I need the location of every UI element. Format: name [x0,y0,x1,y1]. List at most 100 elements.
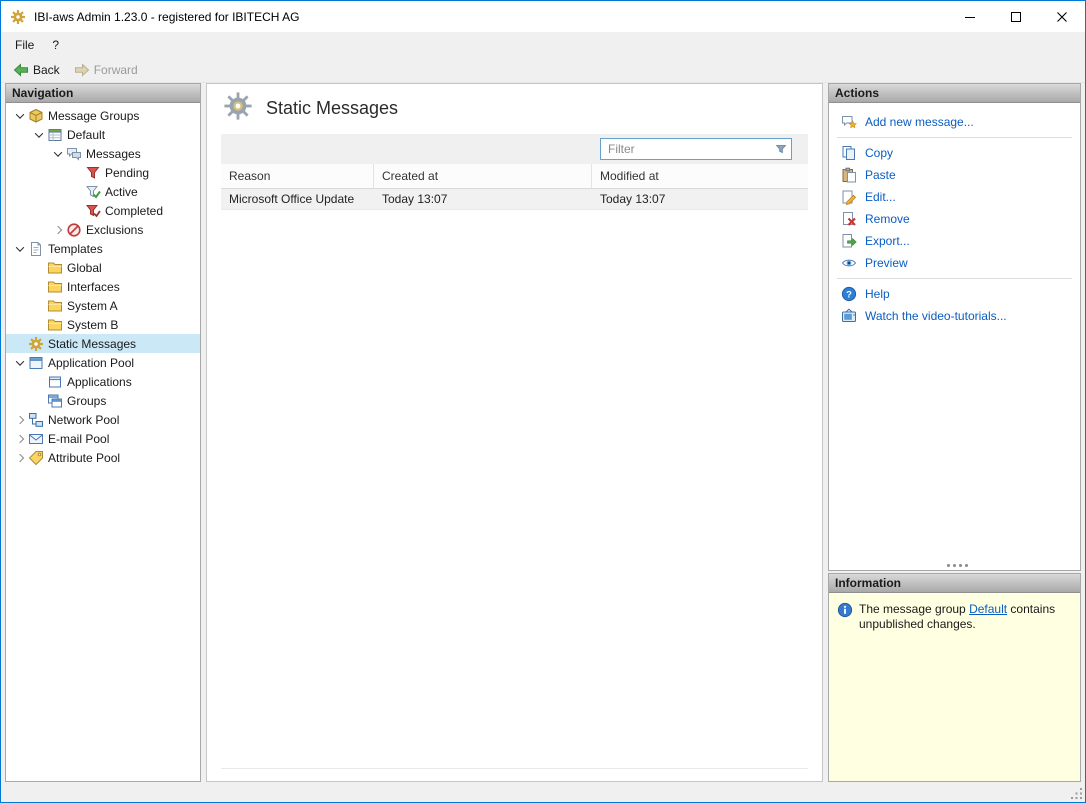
close-button[interactable] [1039,1,1085,32]
page-header: Static Messages [207,84,822,132]
action-preview[interactable]: Preview [829,252,1080,274]
actions-list: Add new message... Copy Paste Edit... [829,103,1080,570]
maximize-button[interactable] [993,1,1039,32]
app-window: IBI-aws Admin 1.23.0 - registered for IB… [0,0,1086,803]
menu-file[interactable]: File [6,34,43,56]
expander-spacer [31,315,47,334]
resize-grip[interactable] [1070,787,1083,800]
expander-spacer [69,201,85,220]
nav-item-completed[interactable]: Completed [6,201,200,220]
video-tutorials-icon [841,308,857,324]
nav-item-label: System A [67,299,118,313]
info-text-prefix: The message group [859,602,969,616]
column-header-modified-at[interactable]: Modified at [592,164,808,188]
active-filter-icon [85,184,101,200]
actions-separator [837,278,1072,279]
forward-arrow-icon [74,62,90,78]
nav-item-default[interactable]: Default [6,125,200,144]
application-pool-icon [28,355,44,371]
message-list-region: Reason Created at Modified at Microsoft … [221,134,808,769]
panel-splitter[interactable] [829,560,1080,570]
expander-spacer [31,296,47,315]
nav-item-active[interactable]: Active [6,182,200,201]
nav-item-pending[interactable]: Pending [6,163,200,182]
nav-item-templates[interactable]: Templates [6,239,200,258]
applications-icon [47,374,63,390]
forward-label: Forward [94,63,138,77]
action-add-new-message[interactable]: Add new message... [829,111,1080,133]
chevron-down-icon[interactable] [12,106,28,125]
table-row[interactable]: Microsoft Office Update Today 13:07 Toda… [221,189,808,210]
expander-spacer [31,258,47,277]
folder-icon [47,260,63,276]
column-header-created-at[interactable]: Created at [374,164,592,188]
nav-item-label: Network Pool [48,413,119,427]
nav-item-label: Active [105,185,138,199]
paste-icon [841,167,857,183]
chevron-right-icon[interactable] [50,220,66,239]
nav-item-global[interactable]: Global [6,258,200,277]
default-group-link[interactable]: Default [969,602,1007,616]
action-paste[interactable]: Paste [829,164,1080,186]
nav-item-system-b[interactable]: System B [6,315,200,334]
chevron-right-icon[interactable] [12,448,28,467]
status-bar [1,782,1085,802]
action-export[interactable]: Export... [829,230,1080,252]
action-watch-video-tutorials[interactable]: Watch the video-tutorials... [829,305,1080,327]
table-empty-area [221,210,808,768]
completed-filter-icon [85,203,101,219]
exclusions-icon [66,222,82,238]
action-copy[interactable]: Copy [829,142,1080,164]
chevron-right-icon[interactable] [12,410,28,429]
folder-icon [47,317,63,333]
minimize-button[interactable] [947,1,993,32]
nav-item-message-groups[interactable]: Message Groups [6,106,200,125]
app-icon [10,9,26,25]
filter-input[interactable] [600,138,792,160]
expander-spacer [31,277,47,296]
back-button[interactable]: Back [7,60,66,80]
action-edit[interactable]: Edit... [829,186,1080,208]
action-remove[interactable]: Remove [829,208,1080,230]
nav-item-applications[interactable]: Applications [6,372,200,391]
cell-reason: Microsoft Office Update [221,189,374,209]
action-help[interactable]: ? Help [829,283,1080,305]
chevron-down-icon[interactable] [12,239,28,258]
information-message: The message group Default contains unpub… [859,602,1072,632]
nav-item-attribute-pool[interactable]: Attribute Pool [6,448,200,467]
nav-item-label: Exclusions [86,223,143,237]
nav-item-label: Global [67,261,102,275]
actions-separator [837,137,1072,138]
content-area: Navigation Message Groups Default Messag… [1,83,1085,782]
information-header: Information [829,574,1080,593]
chevron-down-icon[interactable] [12,353,28,372]
nav-item-exclusions[interactable]: Exclusions [6,220,200,239]
chevron-right-icon[interactable] [12,429,28,448]
nav-item-groups[interactable]: Groups [6,391,200,410]
svg-text:?: ? [846,289,852,300]
remove-icon [841,211,857,227]
filter-funnel-icon[interactable] [774,142,788,156]
forward-button[interactable]: Forward [68,60,144,80]
navigation-panel: Navigation Message Groups Default Messag… [5,83,201,782]
close-icon [1057,12,1067,22]
splitter-dots-icon [953,564,956,567]
nav-item-messages[interactable]: Messages [6,144,200,163]
column-header-reason[interactable]: Reason [221,164,374,188]
message-groups-icon [28,108,44,124]
chevron-down-icon[interactable] [50,144,66,163]
action-label: Add new message... [865,115,974,129]
action-label: Remove [865,212,910,226]
nav-item-interfaces[interactable]: Interfaces [6,277,200,296]
nav-item-email-pool[interactable]: E-mail Pool [6,429,200,448]
nav-item-application-pool[interactable]: Application Pool [6,353,200,372]
chevron-down-icon[interactable] [31,125,47,144]
nav-item-system-a[interactable]: System A [6,296,200,315]
nav-item-static-messages[interactable]: Static Messages [6,334,200,353]
export-icon [841,233,857,249]
menu-help[interactable]: ? [43,34,68,56]
nav-item-network-pool[interactable]: Network Pool [6,410,200,429]
nav-item-label: Groups [67,394,106,408]
add-message-icon [841,114,857,130]
nav-item-label: Default [67,128,105,142]
